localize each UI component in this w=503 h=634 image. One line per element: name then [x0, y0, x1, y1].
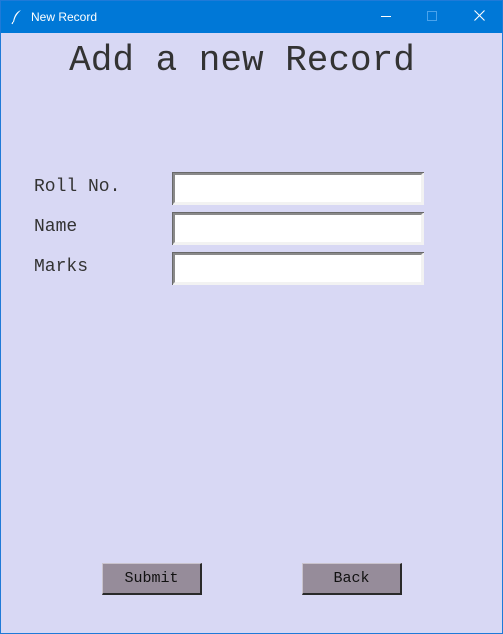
roll-no-input[interactable] [172, 172, 424, 205]
back-button[interactable]: Back [302, 563, 402, 595]
name-label: Name [34, 217, 78, 237]
name-field-wrapper [172, 212, 424, 245]
name-input[interactable] [172, 212, 424, 245]
window-title: New Record [31, 10, 98, 24]
marks-label: Marks [34, 257, 89, 277]
close-icon [473, 8, 485, 26]
new-record-window: New Record Add a new Record Roll No. Nam… [0, 0, 503, 634]
minimize-button[interactable] [363, 1, 409, 33]
minimize-icon [381, 8, 391, 26]
maximize-button[interactable] [409, 1, 455, 33]
form-area: Add a new Record Roll No. Name Marks Sub… [1, 33, 502, 633]
roll-no-field-wrapper [172, 172, 424, 205]
close-button[interactable] [456, 1, 502, 33]
page-title: Add a new Record [69, 40, 415, 81]
feather-icon [10, 9, 24, 25]
submit-button[interactable]: Submit [102, 563, 202, 595]
maximize-icon [427, 8, 437, 26]
marks-input[interactable] [172, 252, 424, 285]
title-bar[interactable]: New Record [1, 1, 502, 33]
roll-no-label: Roll No. [34, 177, 121, 197]
marks-field-wrapper [172, 252, 424, 285]
